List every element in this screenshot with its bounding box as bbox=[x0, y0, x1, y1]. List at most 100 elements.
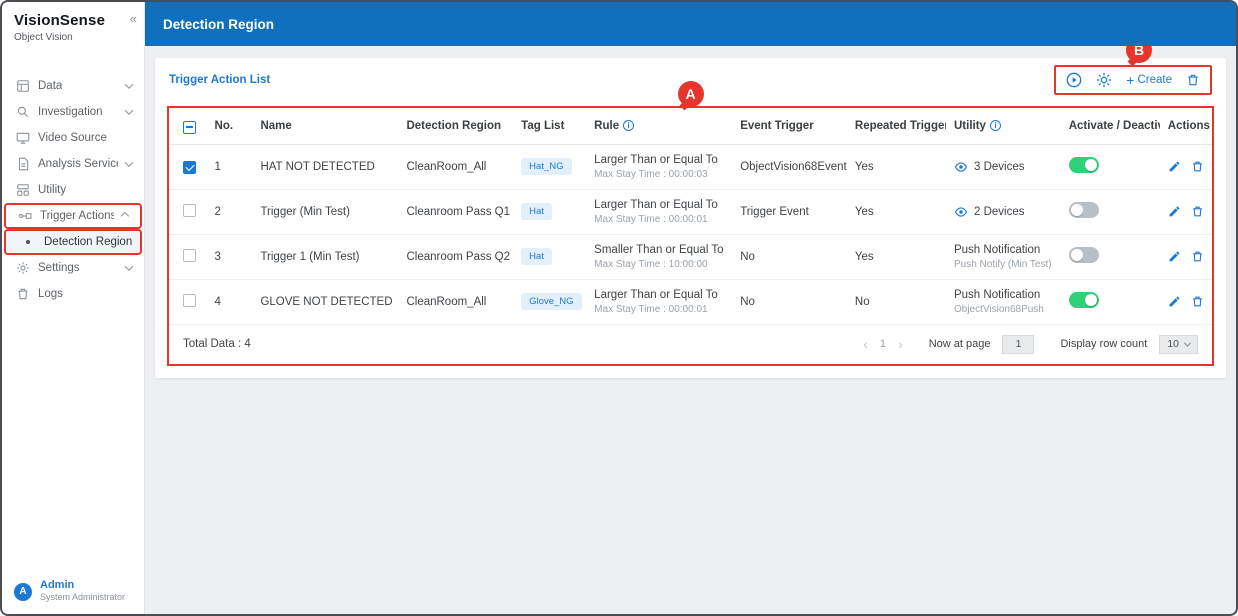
sidebar-item-settings[interactable]: Settings bbox=[2, 255, 144, 281]
cell-rule-sub: Max Stay Time : 00:00:01 bbox=[594, 214, 724, 225]
eye-icon[interactable] bbox=[954, 205, 968, 219]
cell-rule: Larger Than or Equal To bbox=[594, 199, 724, 211]
tag-chip: Hat bbox=[521, 248, 552, 265]
page-header: Detection Region bbox=[145, 2, 1236, 46]
annotation-a-badge: A bbox=[678, 81, 704, 107]
sidebar-item-logs[interactable]: Logs bbox=[2, 281, 144, 307]
trash-icon[interactable] bbox=[1186, 73, 1200, 87]
plus-icon: + bbox=[1126, 73, 1134, 87]
annotation-b-badge: B bbox=[1126, 46, 1152, 63]
app-title: VisionSense bbox=[14, 12, 132, 29]
content-area: Trigger Action List B + Create A bbox=[145, 46, 1236, 614]
next-page-icon[interactable]: › bbox=[898, 337, 903, 351]
sidebar-item-analysis-service[interactable]: Analysis Service bbox=[2, 151, 144, 177]
activate-toggle[interactable] bbox=[1069, 292, 1099, 308]
user-role: System Administrator bbox=[40, 592, 125, 604]
search-icon bbox=[16, 105, 30, 119]
delete-icon[interactable] bbox=[1191, 205, 1204, 218]
eye-icon[interactable] bbox=[954, 160, 968, 174]
create-button[interactable]: + Create bbox=[1126, 73, 1172, 87]
gear-icon bbox=[16, 261, 30, 275]
column-header-activate: Activate / Deactivate bbox=[1061, 108, 1160, 144]
sidebar-item-utility[interactable]: Utility bbox=[2, 177, 144, 203]
display-row-count-label: Display row count bbox=[1060, 338, 1147, 350]
edit-icon[interactable] bbox=[1168, 295, 1181, 308]
cell-region: CleanRoom_All bbox=[398, 144, 513, 189]
sidebar-item-investigation[interactable]: Investigation bbox=[2, 99, 144, 125]
cell-event-trigger: Trigger Event bbox=[732, 189, 847, 234]
page-number[interactable]: 1 bbox=[880, 338, 886, 350]
page-title: Detection Region bbox=[163, 17, 274, 32]
data-icon bbox=[16, 79, 30, 93]
activate-toggle[interactable] bbox=[1069, 202, 1099, 218]
layers-icon bbox=[16, 183, 30, 197]
delete-icon[interactable] bbox=[1191, 295, 1204, 308]
row-checkbox[interactable] bbox=[183, 294, 196, 307]
cell-rule: Smaller Than or Equal To bbox=[594, 244, 724, 256]
cell-utility-sub: Push Notify (Min Test) bbox=[954, 259, 1053, 270]
document-icon bbox=[16, 157, 30, 171]
total-data-label: Total Data : 4 bbox=[183, 338, 251, 350]
column-header-repeated: Repeated Trigger bbox=[847, 108, 946, 144]
play-circle-icon[interactable] bbox=[1066, 72, 1082, 88]
edit-icon[interactable] bbox=[1168, 205, 1181, 218]
cell-utility: 2 Devices bbox=[974, 206, 1025, 218]
gear-icon[interactable] bbox=[1096, 72, 1112, 88]
pagination: ‹ 1 › Now at page Display row count 10 bbox=[863, 335, 1198, 354]
delete-icon[interactable] bbox=[1191, 160, 1204, 173]
sidebar-item-video-source[interactable]: Video Source bbox=[2, 125, 144, 151]
cell-repeated: Yes bbox=[847, 234, 946, 279]
table-header-row: No. Name Detection Region Tag List Rulei… bbox=[169, 108, 1212, 144]
column-header-event: Event Trigger bbox=[732, 108, 847, 144]
cell-no: 1 bbox=[207, 144, 253, 189]
edit-icon[interactable] bbox=[1168, 250, 1181, 263]
sidebar-item-trigger-actions[interactable]: Trigger Actions bbox=[4, 203, 142, 229]
chevron-down-icon bbox=[125, 262, 133, 270]
chevron-down-icon bbox=[125, 158, 133, 166]
row-checkbox[interactable] bbox=[183, 249, 196, 262]
cell-rule-sub: Max Stay Time : 00:00:01 bbox=[594, 304, 724, 315]
cell-utility: Push Notification bbox=[954, 244, 1053, 256]
rule-info-icon[interactable]: i bbox=[623, 120, 634, 131]
sidebar-item-detection-region[interactable]: Detection Region bbox=[4, 229, 142, 255]
table-row: 3 Trigger 1 (Min Test) Cleanroom Pass Q2… bbox=[169, 234, 1212, 279]
toolbar-annotation-box: B + Create bbox=[1054, 65, 1212, 95]
cell-repeated: Yes bbox=[847, 189, 946, 234]
chevron-up-icon bbox=[121, 212, 129, 220]
sidebar-item-label: Detection Region bbox=[44, 236, 132, 248]
row-count-select[interactable]: 10 bbox=[1159, 335, 1198, 354]
activate-toggle[interactable] bbox=[1069, 247, 1099, 263]
cell-region: CleanRoom_All bbox=[398, 279, 513, 324]
select-all-checkbox[interactable] bbox=[183, 121, 196, 134]
sidebar-collapse-icon[interactable]: « bbox=[130, 11, 137, 26]
cell-event-trigger: No bbox=[732, 234, 847, 279]
cell-repeated: Yes bbox=[847, 144, 946, 189]
cell-rule: Larger Than or Equal To bbox=[594, 289, 724, 301]
cell-rule-sub: Max Stay Time : 00:00:03 bbox=[594, 169, 724, 180]
sidebar-item-data[interactable]: Data bbox=[2, 73, 144, 99]
cell-event-trigger: No bbox=[732, 279, 847, 324]
column-header-name: Name bbox=[252, 108, 398, 144]
prev-page-icon[interactable]: ‹ bbox=[863, 337, 868, 351]
delete-icon[interactable] bbox=[1191, 250, 1204, 263]
user-area[interactable]: A Admin System Administrator bbox=[2, 571, 144, 614]
sidebar: VisionSense Object Vision « Data Investi… bbox=[2, 2, 145, 614]
sidebar-item-label: Analysis Service bbox=[38, 158, 118, 170]
cell-rule: Larger Than or Equal To bbox=[594, 154, 724, 166]
row-checkbox[interactable] bbox=[183, 204, 196, 217]
now-at-page-input[interactable] bbox=[1002, 335, 1034, 354]
sidebar-item-label: Settings bbox=[38, 262, 80, 274]
sidebar-item-label: Trigger Actions bbox=[40, 210, 114, 222]
activate-toggle[interactable] bbox=[1069, 157, 1099, 173]
column-header-actions: Actions bbox=[1160, 108, 1212, 144]
tag-chip: Hat bbox=[521, 203, 552, 220]
sidebar-item-label: Data bbox=[38, 80, 62, 92]
edit-icon[interactable] bbox=[1168, 160, 1181, 173]
row-checkbox[interactable] bbox=[183, 161, 196, 174]
column-header-utility: Utilityi bbox=[946, 108, 1061, 144]
user-name: Admin bbox=[40, 579, 125, 592]
monitor-icon bbox=[16, 131, 30, 145]
cell-utility: Push Notification bbox=[954, 289, 1053, 301]
tag-chip: Glove_NG bbox=[521, 293, 581, 310]
utility-info-icon[interactable]: i bbox=[990, 120, 1001, 131]
